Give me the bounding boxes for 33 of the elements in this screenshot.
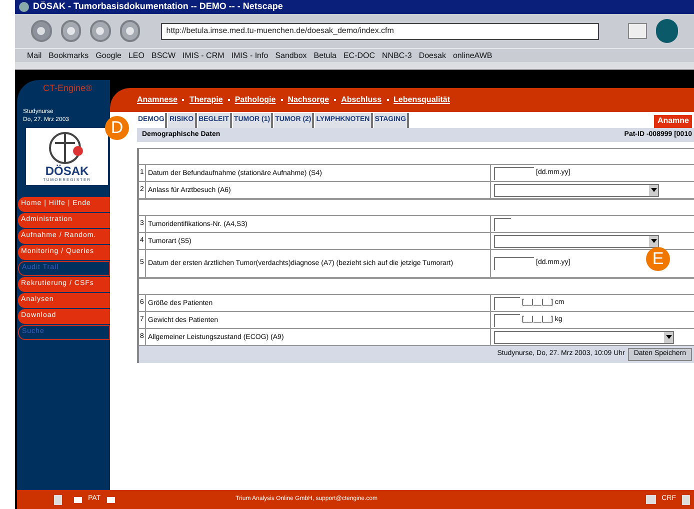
section-button[interactable]: Anamne [654,115,692,128]
bookmark-link[interactable]: EC-DOC [343,50,376,62]
dropdown-field[interactable] [494,234,659,248]
emblem-icon [49,131,85,165]
nav-link[interactable]: Lebensqualität [394,94,450,106]
bookmark-link[interactable]: LEO [128,50,144,62]
brand-title: CT-Engine® [42,82,94,95]
nav-link[interactable]: Pathologie [234,94,276,106]
bookmark-link[interactable]: BSCW [152,50,176,62]
app-icon [19,2,29,12]
bookmark-link[interactable]: IMIS - CRM [182,50,224,62]
bookmark-link[interactable]: Google [96,50,122,62]
dropdown-field[interactable] [494,184,659,196]
bookmark-link[interactable]: Doesak [418,50,446,62]
url-field[interactable]: http://betula.imse.med.tu-muenchen.de/doesak_demo/index.cfm [161,22,600,40]
input-field[interactable] [494,296,520,310]
bookmark-link[interactable]: onlineAWB [452,50,492,62]
bookmark-link[interactable]: IMIS - Info [231,50,268,62]
input-field[interactable] [494,218,511,230]
bookmark-link[interactable]: Bookmarks [48,50,89,62]
bookmark-link[interactable]: Mail [27,50,42,62]
logo-text: DÖSAK [45,165,89,177]
dropdown-field[interactable] [494,330,674,344]
nav-link[interactable]: Anamnese [137,94,178,106]
input-field[interactable] [494,314,520,326]
nav-link[interactable]: Therapie [189,94,223,106]
window-title: DÖSAK - Tumorbasisdokumentation -- DEMO -- - Netscape [33,0,283,14]
bookmark-link[interactable]: NNBC-3 [382,50,412,62]
bookmark-link[interactable]: Betula [314,50,336,62]
input-field[interactable] [494,166,534,180]
nav-link[interactable]: Nachsorge [288,94,330,106]
nav-link[interactable]: Abschluss [341,94,382,106]
bookmark-link[interactable]: Sandbox [275,50,307,62]
